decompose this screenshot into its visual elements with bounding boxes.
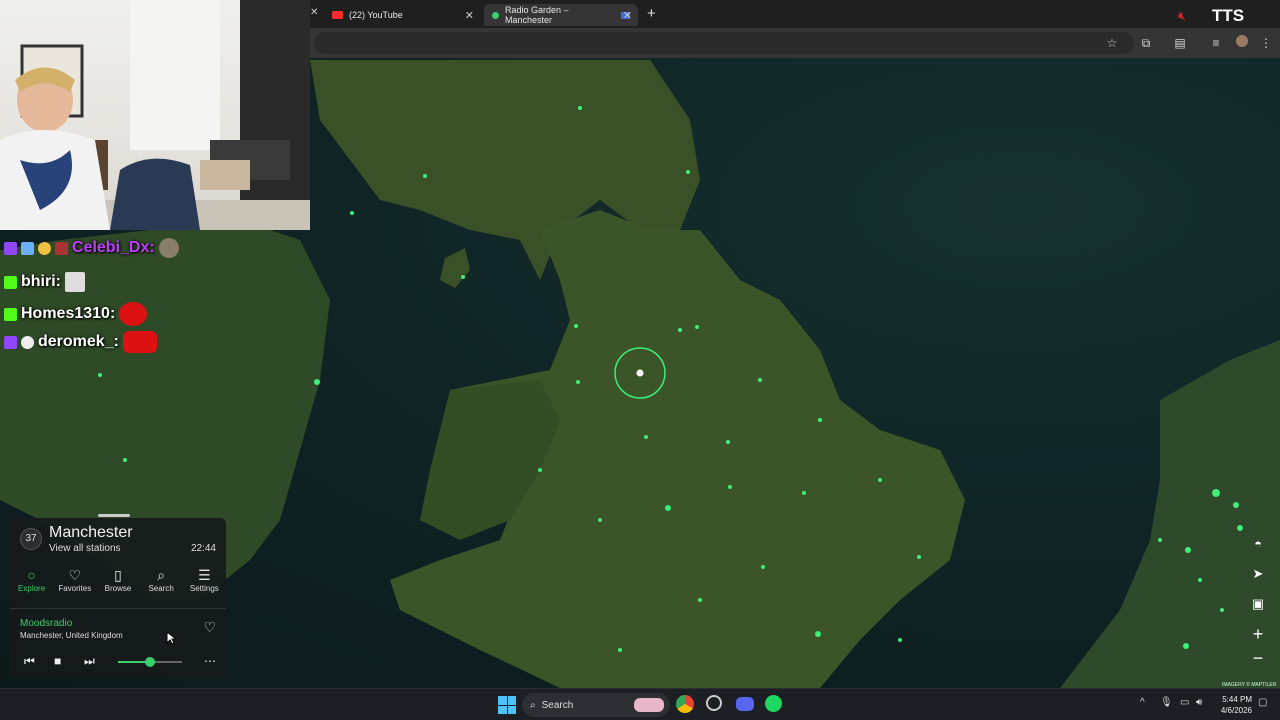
nav-label: Favorites xyxy=(58,584,92,593)
radio-panel: 37 Manchester View all stations 22:44 ○ … xyxy=(10,518,226,678)
media-control-icon[interactable]: ▤ xyxy=(1172,35,1188,51)
tab-title: (22) YouTube xyxy=(349,10,403,20)
chat-message: deromek_: xyxy=(4,330,157,354)
local-time: 22:44 xyxy=(190,543,216,554)
kick-badge-icon xyxy=(4,307,17,321)
location-title: Manchester xyxy=(49,524,133,541)
heart-icon: ♡ xyxy=(68,567,82,583)
emote-icon xyxy=(122,331,157,353)
clock-time: 5:44 PM xyxy=(1222,695,1252,704)
nav-browse[interactable]: ▯ Browse xyxy=(98,566,138,602)
browser-tab-bar: ✕ (22) YouTube ✕ Radio Garden – Manchest… xyxy=(310,0,1280,28)
radio-garden-icon xyxy=(492,11,499,19)
tab-youtube[interactable]: (22) YouTube ✕ xyxy=(324,4,480,26)
globe-view-icon[interactable]: ◓ xyxy=(1248,534,1268,554)
clock-date: 4/6/2026 xyxy=(1220,706,1252,715)
app-icon[interactable] xyxy=(706,695,726,715)
discord-icon[interactable] xyxy=(736,695,756,715)
previous-tab-close-icon[interactable]: ✕ xyxy=(310,7,318,18)
tab-radio-garden[interactable]: Radio Garden – Manchester ✕ xyxy=(484,4,638,26)
notification-icon[interactable]: ▢ xyxy=(1258,697,1267,708)
bookmark-star-icon[interactable]: ☆ xyxy=(1104,35,1120,51)
emote-icon xyxy=(158,238,179,258)
lock-icon[interactable]: ▣ xyxy=(1248,594,1268,614)
zoom-in-icon[interactable]: + xyxy=(1248,624,1268,644)
muted-icon: 🔇︎ xyxy=(1178,8,1187,23)
chat-message: bhiri: xyxy=(4,270,85,294)
windows-taskbar: ⌕ Search ^ 🎙︎ ▭ 🔊︎ 5:44 PM 4/6/2026 ▢ xyxy=(0,688,1280,720)
locate-icon[interactable]: ➤ xyxy=(1248,564,1268,584)
explore-icon: ○ xyxy=(27,567,36,583)
tab-title: Radio Garden – Manchester xyxy=(504,5,569,25)
twitch-badge-icon xyxy=(4,241,17,255)
youtube-icon xyxy=(332,11,343,19)
tray-chevron-icon[interactable]: ^ xyxy=(1140,697,1145,708)
windows-start-icon[interactable] xyxy=(498,696,516,714)
new-tab-button[interactable]: + xyxy=(647,5,656,22)
webcam-feed xyxy=(0,0,310,230)
volume-knob[interactable] xyxy=(145,657,155,667)
station-count-badge: 37 xyxy=(20,528,42,550)
zoom-out-icon[interactable]: − xyxy=(1248,648,1268,668)
close-icon[interactable]: ✕ xyxy=(623,9,632,22)
browser-toolbar: ☆ ⧉ ▤ ≡ ⋮ xyxy=(310,28,1280,58)
emote-icon xyxy=(119,302,148,326)
nav-label: Search xyxy=(148,584,174,593)
kick-badge-icon xyxy=(4,275,17,289)
spotify-icon[interactable] xyxy=(765,695,785,715)
settings-icon: ☰ xyxy=(198,567,211,583)
chat-username: Homes1310: xyxy=(21,305,116,322)
volume-slider[interactable] xyxy=(118,657,182,667)
tts-label: TTS xyxy=(1212,6,1245,25)
volume-icon[interactable]: 🔊︎ xyxy=(1196,697,1202,708)
emote-icon xyxy=(65,272,85,292)
microphone-icon[interactable]: 🎙︎ xyxy=(1160,697,1173,708)
stop-icon[interactable]: ■ xyxy=(54,654,61,668)
more-options-icon[interactable]: ⋯ xyxy=(204,654,216,668)
panel-drag-handle[interactable] xyxy=(98,514,130,517)
badge-icon xyxy=(38,241,51,255)
next-icon[interactable]: ⏭︎ xyxy=(84,654,95,669)
address-bar[interactable] xyxy=(314,32,1134,54)
nav-search[interactable]: ⌕ Search xyxy=(141,566,181,602)
chrome-icon[interactable] xyxy=(676,695,696,715)
badge-icon xyxy=(55,241,68,255)
search-icon: ⌕ xyxy=(530,699,536,711)
chat-message: Homes1310: xyxy=(4,302,148,326)
twitch-badge-icon xyxy=(4,335,17,349)
nav-label: Explore xyxy=(18,584,46,593)
chat-username: Celebi_Dx: xyxy=(72,239,155,256)
network-icon[interactable]: ▭ xyxy=(1180,697,1189,708)
selected-location-dot xyxy=(636,369,644,377)
search-icon: ⌕ xyxy=(157,567,166,583)
mouse-cursor xyxy=(166,631,176,645)
divider xyxy=(10,608,226,609)
avatar[interactable] xyxy=(1234,35,1250,51)
map-icon: ▯ xyxy=(114,567,122,583)
chat-username: bhiri: xyxy=(21,273,61,290)
favorite-heart-icon[interactable]: ♡ xyxy=(203,619,216,636)
search-highlight-icon xyxy=(634,698,664,712)
reading-list-icon[interactable]: ≡ xyxy=(1208,35,1224,51)
view-all-stations-link[interactable]: View all stations xyxy=(49,543,121,554)
station-name[interactable]: Moodsradio xyxy=(20,618,72,629)
previous-icon[interactable]: ⏮︎ xyxy=(24,654,35,669)
chat-message: Celebi_Dx: xyxy=(4,236,179,260)
nav-favorites[interactable]: ♡ Favorites xyxy=(55,566,95,602)
chat-username: deromek_: xyxy=(38,333,119,350)
nav-label: Browse xyxy=(104,584,132,593)
nav-settings[interactable]: ☰ Settings xyxy=(184,566,224,602)
extensions-icon[interactable]: ⧉ xyxy=(1138,35,1154,51)
system-clock[interactable]: 5:44 PM 4/6/2026 xyxy=(1210,694,1252,716)
more-menu-icon[interactable]: ⋮ xyxy=(1258,35,1274,51)
nav-label: Settings xyxy=(189,584,219,593)
station-location: Manchester, United Kingdom xyxy=(20,631,123,640)
skull-badge-icon xyxy=(21,335,34,349)
sub-badge-icon xyxy=(21,241,34,255)
nav-explore[interactable]: ○ Explore xyxy=(12,566,52,602)
close-icon[interactable]: ✕ xyxy=(465,9,474,22)
taskbar-search[interactable]: ⌕ Search xyxy=(522,693,670,717)
search-label: Search xyxy=(541,699,574,711)
radio-nav: ○ Explore ♡ Favorites ▯ Browse ⌕ Search … xyxy=(10,566,226,602)
